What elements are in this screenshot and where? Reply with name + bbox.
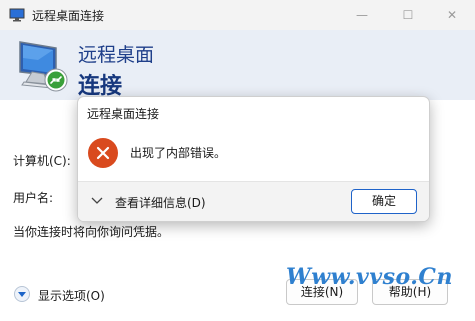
window-title: 远程桌面连接 <box>32 9 105 23</box>
close-button[interactable]: ✕ <box>429 0 475 30</box>
chevron-down-icon <box>91 197 103 204</box>
header-title-line1: 远程桌面 <box>78 44 155 66</box>
title-bar[interactable]: 远程桌面连接 — ☐ ✕ <box>0 0 475 30</box>
maximize-button[interactable]: ☐ <box>385 0 431 30</box>
minimize-button[interactable]: — <box>339 0 385 30</box>
watermark: Www.vvso.Cn <box>286 264 453 290</box>
dialog-title: 远程桌面连接 <box>87 107 160 121</box>
error-message: 出现了内部错误。 <box>130 146 227 160</box>
username-label: 用户名: <box>13 191 54 205</box>
expand-circle-icon <box>14 286 30 302</box>
credentials-note: 当你连接时将向你询问凭据。 <box>13 225 170 239</box>
error-dialog: 远程桌面连接 出现了内部错误。 查看详细信息(D) 确定 <box>77 96 430 222</box>
remote-desktop-window: 远程桌面连接 — ☐ ✕ 远程桌面 连接 计算机(C): 用户名: 当你连接时将… <box>0 0 475 321</box>
show-details-label: 查看详细信息(D) <box>115 196 206 210</box>
ok-button[interactable]: 确定 <box>351 189 417 214</box>
computer-label: 计算机(C): <box>13 154 71 168</box>
remote-desktop-icon <box>19 41 68 92</box>
remote-desktop-small-icon <box>9 8 25 22</box>
header-banner: 远程桌面 连接 <box>0 30 475 100</box>
show-options-label: 显示选项(O) <box>38 289 105 303</box>
dialog-footer: 查看详细信息(D) 确定 <box>78 181 429 221</box>
error-icon <box>88 138 118 168</box>
